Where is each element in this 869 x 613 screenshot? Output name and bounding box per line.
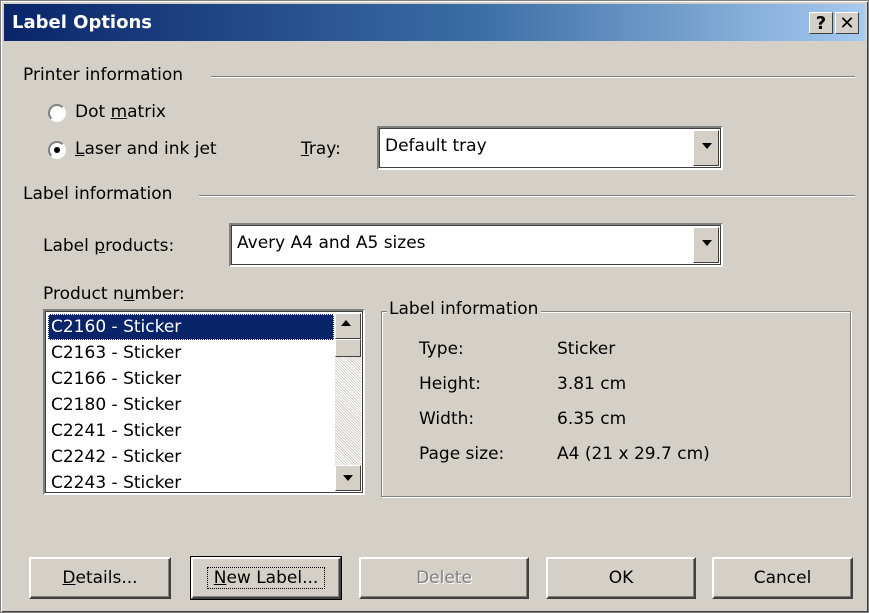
label-products-dropdown-button[interactable]: [693, 227, 719, 263]
list-item[interactable]: C2242 - Sticker: [48, 444, 334, 470]
list-item[interactable]: C2180 - Sticker: [48, 392, 334, 418]
list-item[interactable]: C2243 - Sticker: [48, 470, 334, 493]
laser-label[interactable]: Laser and ink jet: [75, 139, 217, 159]
close-button[interactable]: ✕: [835, 12, 859, 34]
cancel-button[interactable]: Cancel: [712, 557, 853, 599]
detail-page-size-value: A4 (21 x 29.7 cm): [557, 444, 710, 464]
details-button-key: D: [62, 568, 76, 588]
laser-label-post: aser and ink jet: [84, 139, 217, 159]
product-number-label-pre: Product n: [43, 284, 124, 304]
label-group-divider: [199, 195, 855, 197]
tray-label-key: T: [301, 139, 309, 159]
new-label-button[interactable]: New Label...: [190, 556, 342, 600]
label-group-title: Label information: [23, 184, 173, 204]
detail-page-size-key: Page size:: [419, 444, 505, 464]
tray-label-post: ray:: [308, 139, 341, 159]
label-products-select[interactable]: Avery A4 and A5 sizes: [229, 223, 723, 267]
list-item[interactable]: C2241 - Sticker: [48, 418, 334, 444]
details-button[interactable]: Details...: [29, 557, 171, 599]
tray-select[interactable]: Default tray: [377, 126, 723, 170]
label-products-label-pre: Label: [43, 236, 95, 256]
detail-width-value: 6.35 cm: [557, 409, 627, 429]
label-products-label-key: p: [94, 236, 106, 256]
ok-button[interactable]: OK: [546, 557, 696, 599]
list-scrollbar[interactable]: [335, 313, 361, 491]
dialog-title: Label Options: [12, 12, 153, 33]
list-item[interactable]: C2163 - Sticker: [48, 340, 334, 366]
detail-height-value: 3.81 cm: [557, 374, 627, 394]
tray-label: Tray:: [301, 139, 341, 159]
dot-matrix-label-post: atrix: [127, 102, 166, 122]
scroll-down-button[interactable]: [335, 465, 361, 491]
product-number-label-post: mber:: [134, 284, 185, 304]
label-products-label-post: roducts:: [105, 236, 175, 256]
chevron-up-icon: [341, 320, 351, 326]
printer-group-title: Printer information: [23, 65, 184, 85]
list-item[interactable]: C2166 - Sticker: [48, 366, 334, 392]
laser-radio-circle[interactable]: [48, 141, 66, 159]
dot-matrix-label-pre: Dot: [75, 102, 111, 122]
radio-selected-dot: [54, 147, 60, 153]
detail-type-value: Sticker: [557, 339, 616, 359]
scroll-up-button[interactable]: [335, 313, 361, 339]
dot-matrix-label-key: m: [110, 102, 128, 122]
title-bar[interactable]: Label Options ? ✕: [4, 4, 865, 41]
label-products-label: Label products:: [43, 236, 174, 256]
detail-height-key: Height:: [419, 374, 481, 394]
chevron-down-icon: [702, 240, 712, 246]
label-options-dialog: Label Options ? ✕ Printer information Do…: [0, 0, 869, 613]
delete-button[interactable]: Delete: [359, 557, 529, 599]
dot-matrix-label[interactable]: Dot matrix: [75, 102, 166, 122]
printer-group-divider: [211, 76, 855, 78]
new-label-button-key: N: [213, 568, 227, 588]
tray-select-value: Default tray: [385, 136, 487, 156]
product-number-items: C2160 - Sticker C2163 - Sticker C2166 - …: [48, 314, 334, 493]
dot-matrix-radio-circle[interactable]: [48, 104, 66, 122]
list-item[interactable]: C2160 - Sticker: [48, 314, 334, 340]
product-number-label: Product number:: [43, 284, 185, 304]
label-details-title: Label information: [387, 299, 542, 319]
product-number-label-key: u: [123, 284, 135, 304]
details-button-post: etails...: [75, 568, 138, 588]
tray-dropdown-button[interactable]: [693, 130, 719, 166]
detail-width-key: Width:: [419, 409, 475, 429]
scroll-thumb[interactable]: [335, 339, 361, 357]
product-number-list[interactable]: C2160 - Sticker C2163 - Sticker C2166 - …: [43, 309, 365, 495]
label-products-value: Avery A4 and A5 sizes: [237, 233, 426, 253]
chevron-down-icon: [343, 475, 353, 481]
help-button[interactable]: ?: [809, 12, 833, 34]
new-label-button-post: ew Label...: [226, 568, 319, 588]
chevron-down-icon: [702, 143, 712, 149]
focus-rectangle: New Label...: [206, 567, 326, 589]
detail-type-key: Type:: [419, 339, 464, 359]
